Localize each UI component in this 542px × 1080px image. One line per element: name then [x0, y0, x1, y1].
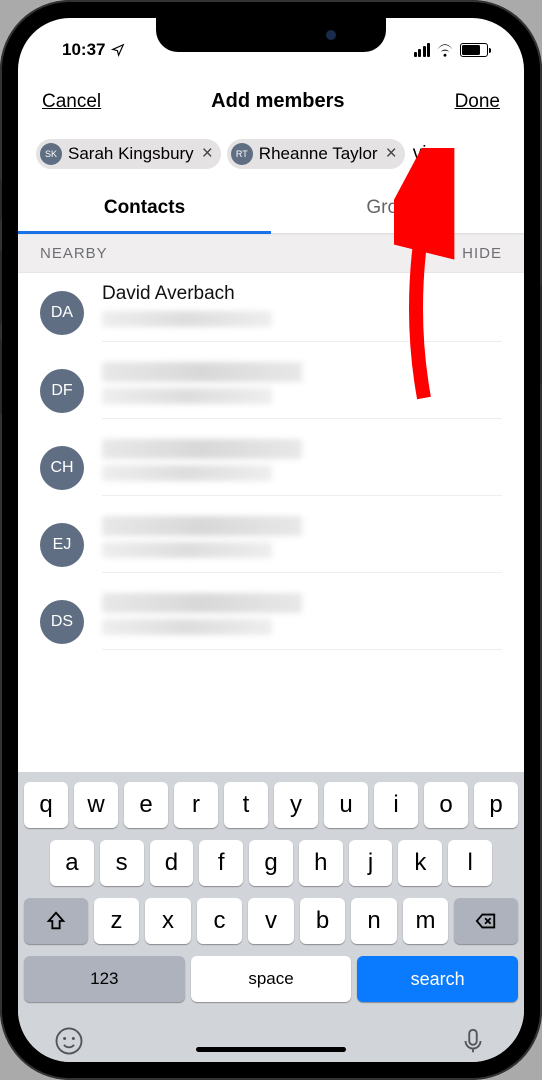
key-s[interactable]: s [100, 840, 144, 886]
page-title: Add members [211, 90, 344, 113]
contact-name-blurred [102, 593, 302, 613]
status-time: 10:37 [62, 40, 105, 60]
avatar: DA [40, 291, 84, 335]
key-n[interactable]: n [351, 898, 397, 944]
key-e[interactable]: e [124, 782, 168, 828]
key-r[interactable]: r [174, 782, 218, 828]
contact-row[interactable]: DA David Averbach [18, 273, 524, 352]
tab-contacts[interactable]: Contacts [18, 183, 271, 233]
key-o[interactable]: o [424, 782, 468, 828]
key-a[interactable]: a [50, 840, 94, 886]
key-numbers[interactable]: 123 [24, 956, 185, 1002]
done-button[interactable]: Done [455, 91, 500, 113]
key-g[interactable]: g [249, 840, 293, 886]
key-b[interactable]: b [300, 898, 346, 944]
chip-name: Rheanne Taylor [259, 144, 378, 164]
chip-remove-icon[interactable]: × [200, 143, 213, 165]
key-f[interactable]: f [199, 840, 243, 886]
search-input-text[interactable]: vi [411, 143, 427, 165]
chip-avatar: SK [40, 143, 62, 165]
key-m[interactable]: m [403, 898, 449, 944]
selected-members-field[interactable]: SK Sarah Kingsbury × RT Rheanne Taylor ×… [18, 131, 524, 183]
key-space[interactable]: space [191, 956, 352, 1002]
key-x[interactable]: x [145, 898, 191, 944]
chip-avatar: RT [231, 143, 253, 165]
volume-up [0, 250, 2, 325]
key-h[interactable]: h [299, 840, 343, 886]
volume-down [0, 340, 2, 415]
contact-name: David Averbach [102, 283, 502, 305]
tab-groups[interactable]: Groups [271, 183, 524, 233]
contact-name-blurred [102, 516, 302, 536]
phone-frame: 10:37 Cancel Add members Done SK Sarah K… [0, 0, 542, 1080]
key-u[interactable]: u [324, 782, 368, 828]
key-c[interactable]: c [197, 898, 243, 944]
notch [156, 18, 386, 52]
keyboard: q w e r t y u i o p a s d f g h j k l [18, 772, 524, 1062]
key-backspace[interactable] [454, 898, 518, 944]
key-p[interactable]: p [474, 782, 518, 828]
member-chip[interactable]: SK Sarah Kingsbury × [36, 139, 221, 169]
contact-detail-blurred [102, 388, 272, 404]
mic-icon[interactable] [458, 1026, 488, 1056]
emoji-icon[interactable] [54, 1026, 84, 1056]
chip-remove-icon[interactable]: × [384, 143, 397, 165]
wifi-icon [436, 43, 454, 57]
contact-row[interactable]: CH [18, 429, 524, 506]
backspace-icon [475, 910, 497, 932]
shift-icon [45, 910, 67, 932]
section-label: NEARBY [40, 245, 108, 262]
key-q[interactable]: q [24, 782, 68, 828]
contact-row[interactable]: DF [18, 352, 524, 429]
home-indicator[interactable] [196, 1047, 346, 1052]
key-i[interactable]: i [374, 782, 418, 828]
tabs: Contacts Groups [18, 183, 524, 234]
key-k[interactable]: k [398, 840, 442, 886]
contact-row[interactable]: DS [18, 583, 524, 660]
battery-icon [460, 43, 488, 57]
chip-name: Sarah Kingsbury [68, 144, 194, 164]
contact-name-blurred [102, 439, 302, 459]
key-z[interactable]: z [94, 898, 140, 944]
nav-header: Cancel Add members Done [18, 74, 524, 131]
key-j[interactable]: j [349, 840, 393, 886]
member-chip[interactable]: RT Rheanne Taylor × [227, 139, 405, 169]
silence-switch [0, 180, 2, 220]
key-w[interactable]: w [74, 782, 118, 828]
contact-name-blurred [102, 362, 302, 382]
key-l[interactable]: l [448, 840, 492, 886]
contact-detail-blurred [102, 619, 272, 635]
avatar: CH [40, 446, 84, 490]
section-hide-button[interactable]: HIDE [462, 245, 502, 262]
contact-row[interactable]: EJ [18, 506, 524, 583]
avatar: DS [40, 600, 84, 644]
section-header: NEARBY HIDE [18, 234, 524, 273]
key-v[interactable]: v [248, 898, 294, 944]
key-t[interactable]: t [224, 782, 268, 828]
cancel-button[interactable]: Cancel [42, 91, 101, 113]
avatar: EJ [40, 523, 84, 567]
contacts-list[interactable]: DA David Averbach DF CH [18, 273, 524, 772]
location-icon [111, 43, 125, 57]
contact-detail-blurred [102, 311, 272, 327]
contact-detail-blurred [102, 465, 272, 481]
key-d[interactable]: d [150, 840, 194, 886]
key-y[interactable]: y [274, 782, 318, 828]
avatar: DF [40, 369, 84, 413]
contact-detail-blurred [102, 542, 272, 558]
cellular-icon [414, 43, 431, 57]
key-search[interactable]: search [357, 956, 518, 1002]
key-shift[interactable] [24, 898, 88, 944]
